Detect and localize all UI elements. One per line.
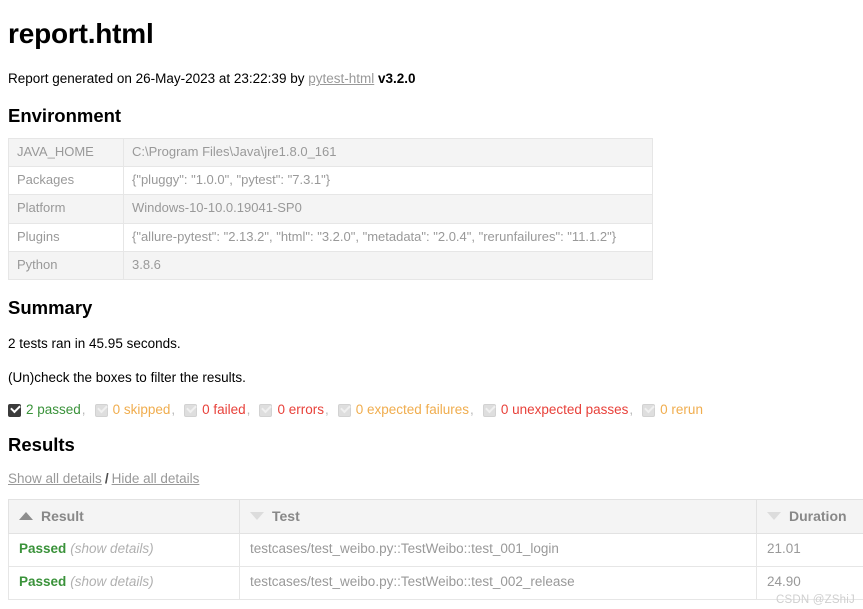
- filter-separator: ,: [246, 402, 251, 418]
- environment-heading: Environment: [8, 104, 122, 126]
- column-header-result[interactable]: Result: [8, 499, 240, 534]
- column-header-duration-label: Duration: [789, 508, 847, 525]
- links-separator: /: [104, 471, 109, 487]
- checkbox-rerun-icon[interactable]: [642, 402, 656, 417]
- result-status-cell: Passed (show details): [8, 532, 240, 567]
- filter-separator: ,: [171, 402, 176, 418]
- environment-table: JAVA_HOME C:\Program Files\Java\jre1.8.0…: [8, 137, 653, 281]
- filter-errors-label[interactable]: 0 errors: [277, 403, 324, 417]
- filter-rerun-label[interactable]: 0 rerun: [660, 403, 703, 417]
- summary-heading: Summary: [8, 297, 93, 319]
- checkbox-skipped-icon[interactable]: [94, 402, 108, 417]
- environment-value: {"allure-pytest": "2.13.2", "html": "3.2…: [123, 222, 653, 252]
- table-row: Plugins {"allure-pytest": "2.13.2", "htm…: [8, 222, 653, 252]
- table-row: Platform Windows-10-10.0.19041-SP0: [8, 194, 653, 224]
- filter-hint-line: (Un)check the boxes to filter the result…: [8, 369, 246, 385]
- filter-rerun[interactable]: 0 rerun: [642, 402, 703, 417]
- environment-key: Python: [8, 250, 124, 281]
- results-heading: Results: [8, 433, 75, 455]
- watermark: CSDN @ZShiJ: [775, 594, 855, 606]
- column-header-test-label: Test: [272, 508, 300, 525]
- sort-ascending-icon: [19, 512, 33, 521]
- table-row: Passed (show details) testcases/test_weib…: [8, 565, 863, 600]
- generated-prefix: Report generated on: [8, 71, 136, 87]
- environment-key: Platform: [8, 194, 124, 224]
- results-table-body: Passed (show details) testcases/test_weib…: [8, 532, 863, 600]
- pytest-html-link[interactable]: pytest-html: [308, 71, 374, 86]
- details-toggle-links: Show all details / Hide all details: [8, 471, 855, 486]
- environment-value: Windows-10-10.0.19041-SP0: [123, 194, 653, 224]
- environment-key: Packages: [8, 166, 124, 196]
- filter-errors[interactable]: 0 errors: [259, 402, 324, 417]
- checkbox-passed-icon[interactable]: [8, 402, 21, 417]
- result-status-cell: Passed (show details): [8, 565, 240, 600]
- filter-expected-failures-label[interactable]: 0 expected failures: [356, 403, 469, 417]
- table-row: Python 3.8.6: [8, 250, 653, 281]
- environment-value: {"pluggy": "1.0.0", "pytest": "7.3.1"}: [123, 166, 653, 196]
- generated-timestamp: 26-May-2023 at 23:22:39: [135, 71, 287, 87]
- column-header-result-label: Result: [41, 508, 84, 525]
- filter-skipped-label[interactable]: 0 skipped: [113, 403, 171, 417]
- environment-value: 3.8.6: [123, 250, 653, 281]
- results-table-head: Result Test Duration: [8, 499, 863, 534]
- generator-version: v3.2.0: [378, 71, 416, 87]
- result-filters: 2 passed , 0 skipped , 0 failed , 0 erro…: [8, 402, 855, 418]
- filter-unexpected-passes[interactable]: 0 unexpected passes: [482, 402, 629, 417]
- duration-cell: 21.01: [756, 532, 863, 567]
- environment-value: C:\Program Files\Java\jre1.8.0_161: [123, 137, 653, 168]
- results-header-row: Result Test Duration: [8, 499, 863, 534]
- environment-table-body: JAVA_HOME C:\Program Files\Java\jre1.8.0…: [8, 137, 653, 281]
- filter-skipped[interactable]: 0 skipped: [94, 402, 171, 417]
- status-badge: Passed: [19, 573, 67, 589]
- filter-separator: ,: [470, 402, 474, 418]
- show-details-link[interactable]: (show details): [70, 541, 153, 556]
- generated-by-text: by: [286, 71, 309, 87]
- page-title: report.html: [8, 18, 154, 49]
- filter-failed-label[interactable]: 0 failed: [202, 403, 246, 417]
- test-name-cell: testcases/test_weibo.py::TestWeibo::test…: [239, 532, 757, 567]
- column-header-test[interactable]: Test: [239, 499, 757, 534]
- test-name-cell: testcases/test_weibo.py::TestWeibo::test…: [239, 565, 757, 600]
- checkbox-failed-icon[interactable]: [184, 402, 198, 417]
- show-details-link[interactable]: (show details): [70, 574, 153, 589]
- filter-failed[interactable]: 0 failed: [184, 402, 246, 417]
- checkbox-expected-failures-icon[interactable]: [337, 402, 351, 417]
- table-row: JAVA_HOME C:\Program Files\Java\jre1.8.0…: [8, 137, 653, 168]
- sort-descending-icon: [767, 512, 781, 521]
- report-page: report.html Report generated on 26-May-2…: [0, 0, 863, 600]
- show-all-details-link[interactable]: Show all details: [8, 471, 102, 486]
- filter-separator: ,: [324, 402, 329, 418]
- filter-separator: ,: [629, 402, 634, 418]
- status-badge: Passed: [19, 540, 67, 556]
- results-table: Result Test Duration Passed (show details…: [8, 499, 863, 600]
- tests-ran-line: 2 tests ran in 45.95 seconds.: [8, 336, 181, 352]
- filter-passed[interactable]: 2 passed: [8, 402, 81, 417]
- filter-unexpected-passes-label[interactable]: 0 unexpected passes: [501, 403, 629, 417]
- checkbox-errors-icon[interactable]: [259, 402, 273, 417]
- hide-all-details-link[interactable]: Hide all details: [112, 471, 200, 486]
- filter-separator: ,: [81, 402, 86, 418]
- environment-key: Plugins: [8, 222, 124, 252]
- checkbox-unexpected-passes-icon[interactable]: [482, 402, 496, 417]
- table-row: Passed (show details) testcases/test_weib…: [8, 532, 863, 567]
- environment-key: JAVA_HOME: [8, 137, 124, 168]
- table-row: Packages {"pluggy": "1.0.0", "pytest": "…: [8, 166, 653, 196]
- column-header-duration[interactable]: Duration: [756, 499, 863, 534]
- filter-expected-failures[interactable]: 0 expected failures: [337, 402, 469, 417]
- generated-info: Report generated on 26-May-2023 at 23:22…: [8, 70, 855, 88]
- sort-descending-icon: [250, 512, 264, 521]
- filter-passed-label[interactable]: 2 passed: [26, 403, 81, 417]
